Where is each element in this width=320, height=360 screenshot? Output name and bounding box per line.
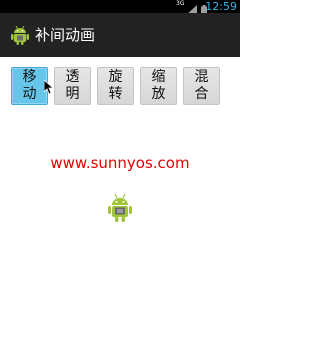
android-robot-image (106, 193, 134, 223)
alpha-button-label: 透明 (65, 69, 80, 102)
network-type-label: 3G (176, 0, 185, 7)
app-title: 补间动画 (35, 26, 96, 44)
main-content: 移动 透明 旋转 缩放 混合 www.sunnyos.com (0, 57, 240, 360)
alpha-button[interactable]: 透明 (54, 67, 91, 105)
signal-icon: 3G (176, 0, 197, 16)
scale-button-label: 缩放 (151, 69, 166, 102)
scale-button[interactable]: 缩放 (140, 67, 177, 105)
rotate-button-label: 旋转 (108, 69, 123, 102)
android-robot-icon[interactable] (9, 24, 31, 46)
animation-button-row: 移动 透明 旋转 缩放 混合 (11, 67, 220, 105)
mixed-button[interactable]: 混合 (183, 67, 220, 105)
mouse-cursor-icon (43, 79, 55, 95)
rotate-button[interactable]: 旋转 (97, 67, 134, 105)
status-icons: 3G (176, 0, 197, 16)
status-time: 12:59 (205, 0, 237, 13)
status-bar: 3G 12:59 (0, 0, 240, 16)
move-button-label: 移动 (22, 69, 37, 102)
mixed-button-label: 混合 (194, 69, 209, 102)
action-bar: 补间动画 (0, 13, 240, 57)
website-text: www.sunnyos.com (50, 154, 190, 172)
move-button[interactable]: 移动 (11, 67, 48, 105)
